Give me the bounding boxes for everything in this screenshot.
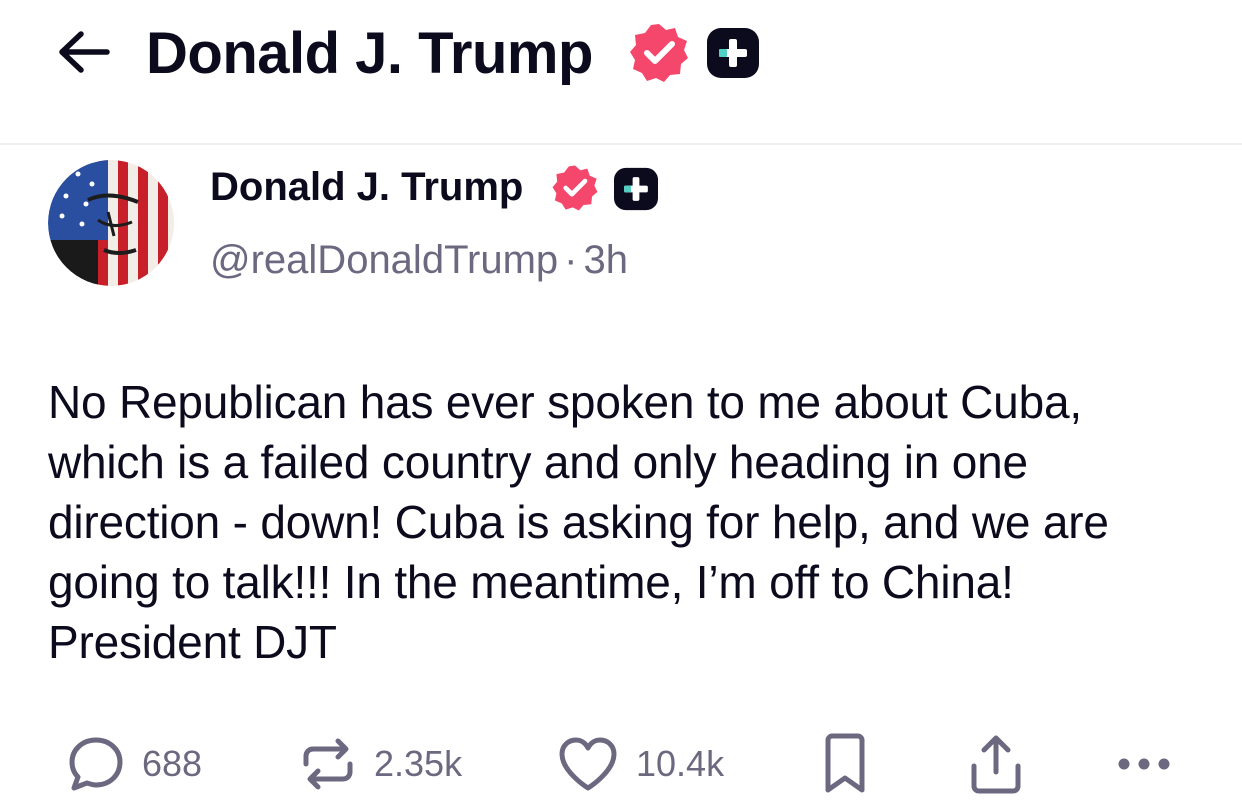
share-button[interactable] — [966, 724, 1026, 804]
like-count: 10.4k — [636, 743, 725, 784]
post-timestamp[interactable]: 3h — [583, 238, 628, 282]
back-button[interactable] — [52, 22, 116, 82]
post-body: No Republican has ever spoken to me abou… — [48, 376, 1109, 668]
arrow-left-icon — [59, 31, 110, 73]
retruth-count: 2.35k — [374, 743, 463, 784]
verified-badge-icon — [630, 24, 688, 82]
author-handle[interactable]: @realDonaldTrump — [210, 238, 558, 282]
post-actions: 688 2.35k 10.4k — [0, 724, 1242, 804]
author-name[interactable]: Donald J. Trump — [210, 162, 523, 212]
reply-count: 688 — [142, 743, 203, 784]
author-meta: @realDonaldTrump · 3h — [210, 234, 628, 286]
like-button[interactable]: 10.4k — [556, 724, 724, 804]
verified-badge-icon — [552, 165, 598, 211]
repost-icon — [303, 738, 353, 790]
more-icon — [1118, 758, 1170, 770]
bookmark-button[interactable] — [822, 724, 868, 804]
share-icon — [971, 735, 1021, 794]
avatar[interactable] — [48, 160, 174, 286]
header-divider — [0, 143, 1242, 145]
page-title: Donald J. Trump — [146, 21, 593, 86]
meta-separator: · — [564, 238, 578, 282]
reply-icon — [69, 737, 123, 791]
truth-plus-icon — [707, 28, 759, 78]
retruth-button[interactable]: 2.35k — [298, 724, 462, 804]
avatar-image — [48, 160, 174, 286]
more-options-button[interactable] — [1114, 724, 1174, 804]
bookmark-icon — [825, 733, 865, 793]
heart-icon — [559, 737, 617, 791]
reply-button[interactable]: 688 — [66, 724, 202, 804]
truth-plus-icon — [614, 167, 658, 211]
page-header: Donald J. Trump — [0, 0, 1242, 144]
post-detail-page: Donald J. Trump Donald J. Trump @realDon… — [0, 0, 1242, 812]
